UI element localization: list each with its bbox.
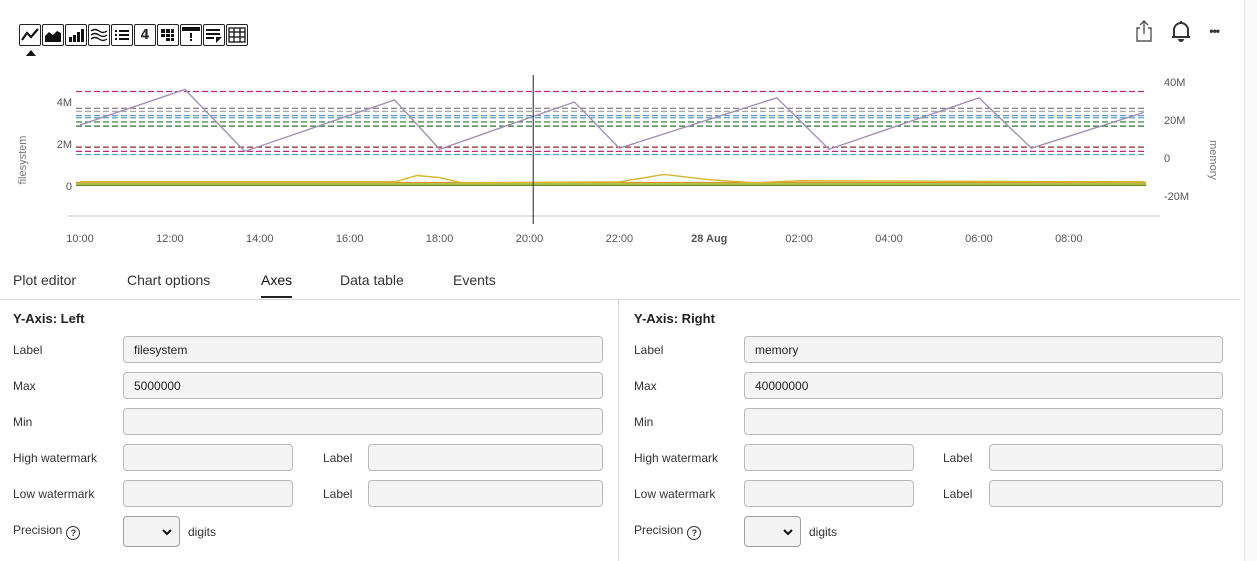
high-watermark-caption: High watermark [634, 451, 719, 465]
text-note-icon[interactable] [203, 24, 225, 46]
help-icon[interactable]: ? [687, 526, 702, 540]
x-tick-label: 22:00 [606, 233, 634, 245]
high-watermark-label-caption: Label [943, 451, 973, 465]
high-watermark-input[interactable] [744, 444, 914, 471]
precision-caption-text: Precision [13, 523, 63, 537]
tab-events[interactable]: Events [453, 272, 496, 288]
tab-axes[interactable]: Axes [261, 272, 293, 298]
share-icon[interactable] [1135, 18, 1153, 44]
precision-caption: Precision? [13, 523, 81, 540]
low-watermark-caption: Low watermark [634, 487, 716, 501]
selected-indicator-icon [26, 50, 36, 56]
chart[interactable]: 10:00 12:00 14:00 16:00 18:00 20:00 22:00 28 Au… [0, 70, 1240, 250]
axis-label-input[interactable] [123, 336, 603, 363]
axis-max-input[interactable] [123, 372, 603, 399]
y-left-axis-label: filesystem [17, 136, 29, 185]
alert-icon[interactable] [180, 24, 202, 46]
x-tick-label: 06:00 [965, 233, 993, 245]
max-caption: Max [13, 379, 36, 393]
single-value-icon[interactable]: 4 [134, 24, 156, 46]
panel-title: Y-Axis: Left [13, 311, 85, 326]
high-watermark-label-input[interactable] [368, 444, 603, 471]
high-watermark-label-input[interactable] [989, 444, 1223, 471]
y-right-axis-label: memory [1207, 140, 1219, 180]
x-tick-label: 12:00 [156, 233, 184, 245]
high-watermark-input[interactable] [123, 444, 293, 471]
axis-min-input[interactable] [123, 408, 603, 435]
low-watermark-input[interactable] [123, 480, 293, 507]
y-right-tick-label: 20M [1164, 115, 1185, 127]
y-right-tick-label: -20M [1164, 191, 1189, 203]
axis-min-input[interactable] [744, 408, 1223, 435]
tab-plot-editor[interactable]: Plot editor [13, 272, 76, 288]
precision-caption: Precision? [634, 523, 702, 540]
x-tick-label: 20:00 [516, 233, 544, 245]
y-left-tick-label: 0 [66, 181, 72, 193]
heatmap-icon[interactable] [88, 24, 110, 46]
y-axis-right-panel: Y-Axis: Right Label Max Min High waterma… [620, 300, 1240, 561]
scrollbar[interactable] [1244, 0, 1257, 561]
tab-chart-options[interactable]: Chart options [127, 272, 210, 288]
y-axis-left-panel: Y-Axis: Left Label Max Min High watermar… [0, 300, 619, 561]
low-watermark-label-input[interactable] [989, 480, 1223, 507]
low-watermark-caption: Low watermark [13, 487, 95, 501]
chart-actions: ••• [1135, 18, 1220, 44]
max-caption: Max [634, 379, 657, 393]
digits-caption: digits [188, 525, 217, 539]
y-right-tick-label: 0 [1164, 153, 1170, 165]
y-left-tick-label: 4M [57, 97, 72, 109]
spiky-series-line [80, 173, 1144, 184]
help-icon[interactable]: ? [66, 526, 81, 540]
high-watermark-caption: High watermark [13, 451, 98, 465]
precision-select[interactable] [744, 516, 801, 547]
chevron-down-icon [162, 529, 172, 536]
table-icon[interactable] [226, 24, 248, 46]
axis-max-input[interactable] [744, 372, 1223, 399]
more-icon[interactable]: ••• [1209, 18, 1220, 44]
low-watermark-input[interactable] [744, 480, 914, 507]
sawtooth-series-line [79, 88, 1144, 153]
x-tick-label: 04:00 [875, 233, 903, 245]
column-chart-icon[interactable] [65, 24, 87, 46]
precision-select[interactable] [123, 516, 180, 547]
y-right-tick-label: 40M [1164, 77, 1185, 89]
x-tick-label: 10:00 [66, 233, 94, 245]
min-caption: Min [13, 415, 33, 429]
grid-icon[interactable] [157, 24, 179, 46]
min-caption: Min [634, 415, 654, 429]
x-tick-label: 28 Aug [691, 233, 727, 245]
panel-title: Y-Axis: Right [634, 311, 715, 326]
digits-caption: digits [809, 525, 838, 539]
y-left-tick-label: 2M [57, 139, 72, 151]
low-watermark-label-caption: Label [943, 487, 973, 501]
precision-caption-text: Precision [634, 523, 684, 537]
x-tick-label: 16:00 [336, 233, 364, 245]
low-watermark-label-input[interactable] [368, 480, 603, 507]
x-tick-label: 18:00 [426, 233, 454, 245]
chart-svg[interactable]: 10:00 12:00 14:00 16:00 18:00 20:00 22:00 28 Au… [0, 70, 1240, 250]
chevron-down-icon [783, 529, 793, 536]
low-watermark-label-caption: Label [323, 487, 353, 501]
label-caption: Label [13, 343, 43, 357]
chart-editor-tabs: Plot editor Chart options Axes Data tabl… [0, 262, 1240, 300]
area-chart-icon[interactable] [42, 24, 64, 46]
line-chart-icon[interactable] [19, 24, 41, 46]
list-icon[interactable] [111, 24, 133, 46]
chart-type-toolbar: 4 [19, 24, 248, 46]
high-watermark-label-caption: Label [323, 451, 353, 465]
x-tick-label: 02:00 [785, 233, 813, 245]
axis-label-input[interactable] [744, 336, 1223, 363]
tab-data-table[interactable]: Data table [340, 272, 404, 288]
x-tick-label: 08:00 [1055, 233, 1083, 245]
x-tick-label: 14:00 [246, 233, 274, 245]
label-caption: Label [634, 343, 664, 357]
bell-icon[interactable] [1171, 18, 1191, 44]
